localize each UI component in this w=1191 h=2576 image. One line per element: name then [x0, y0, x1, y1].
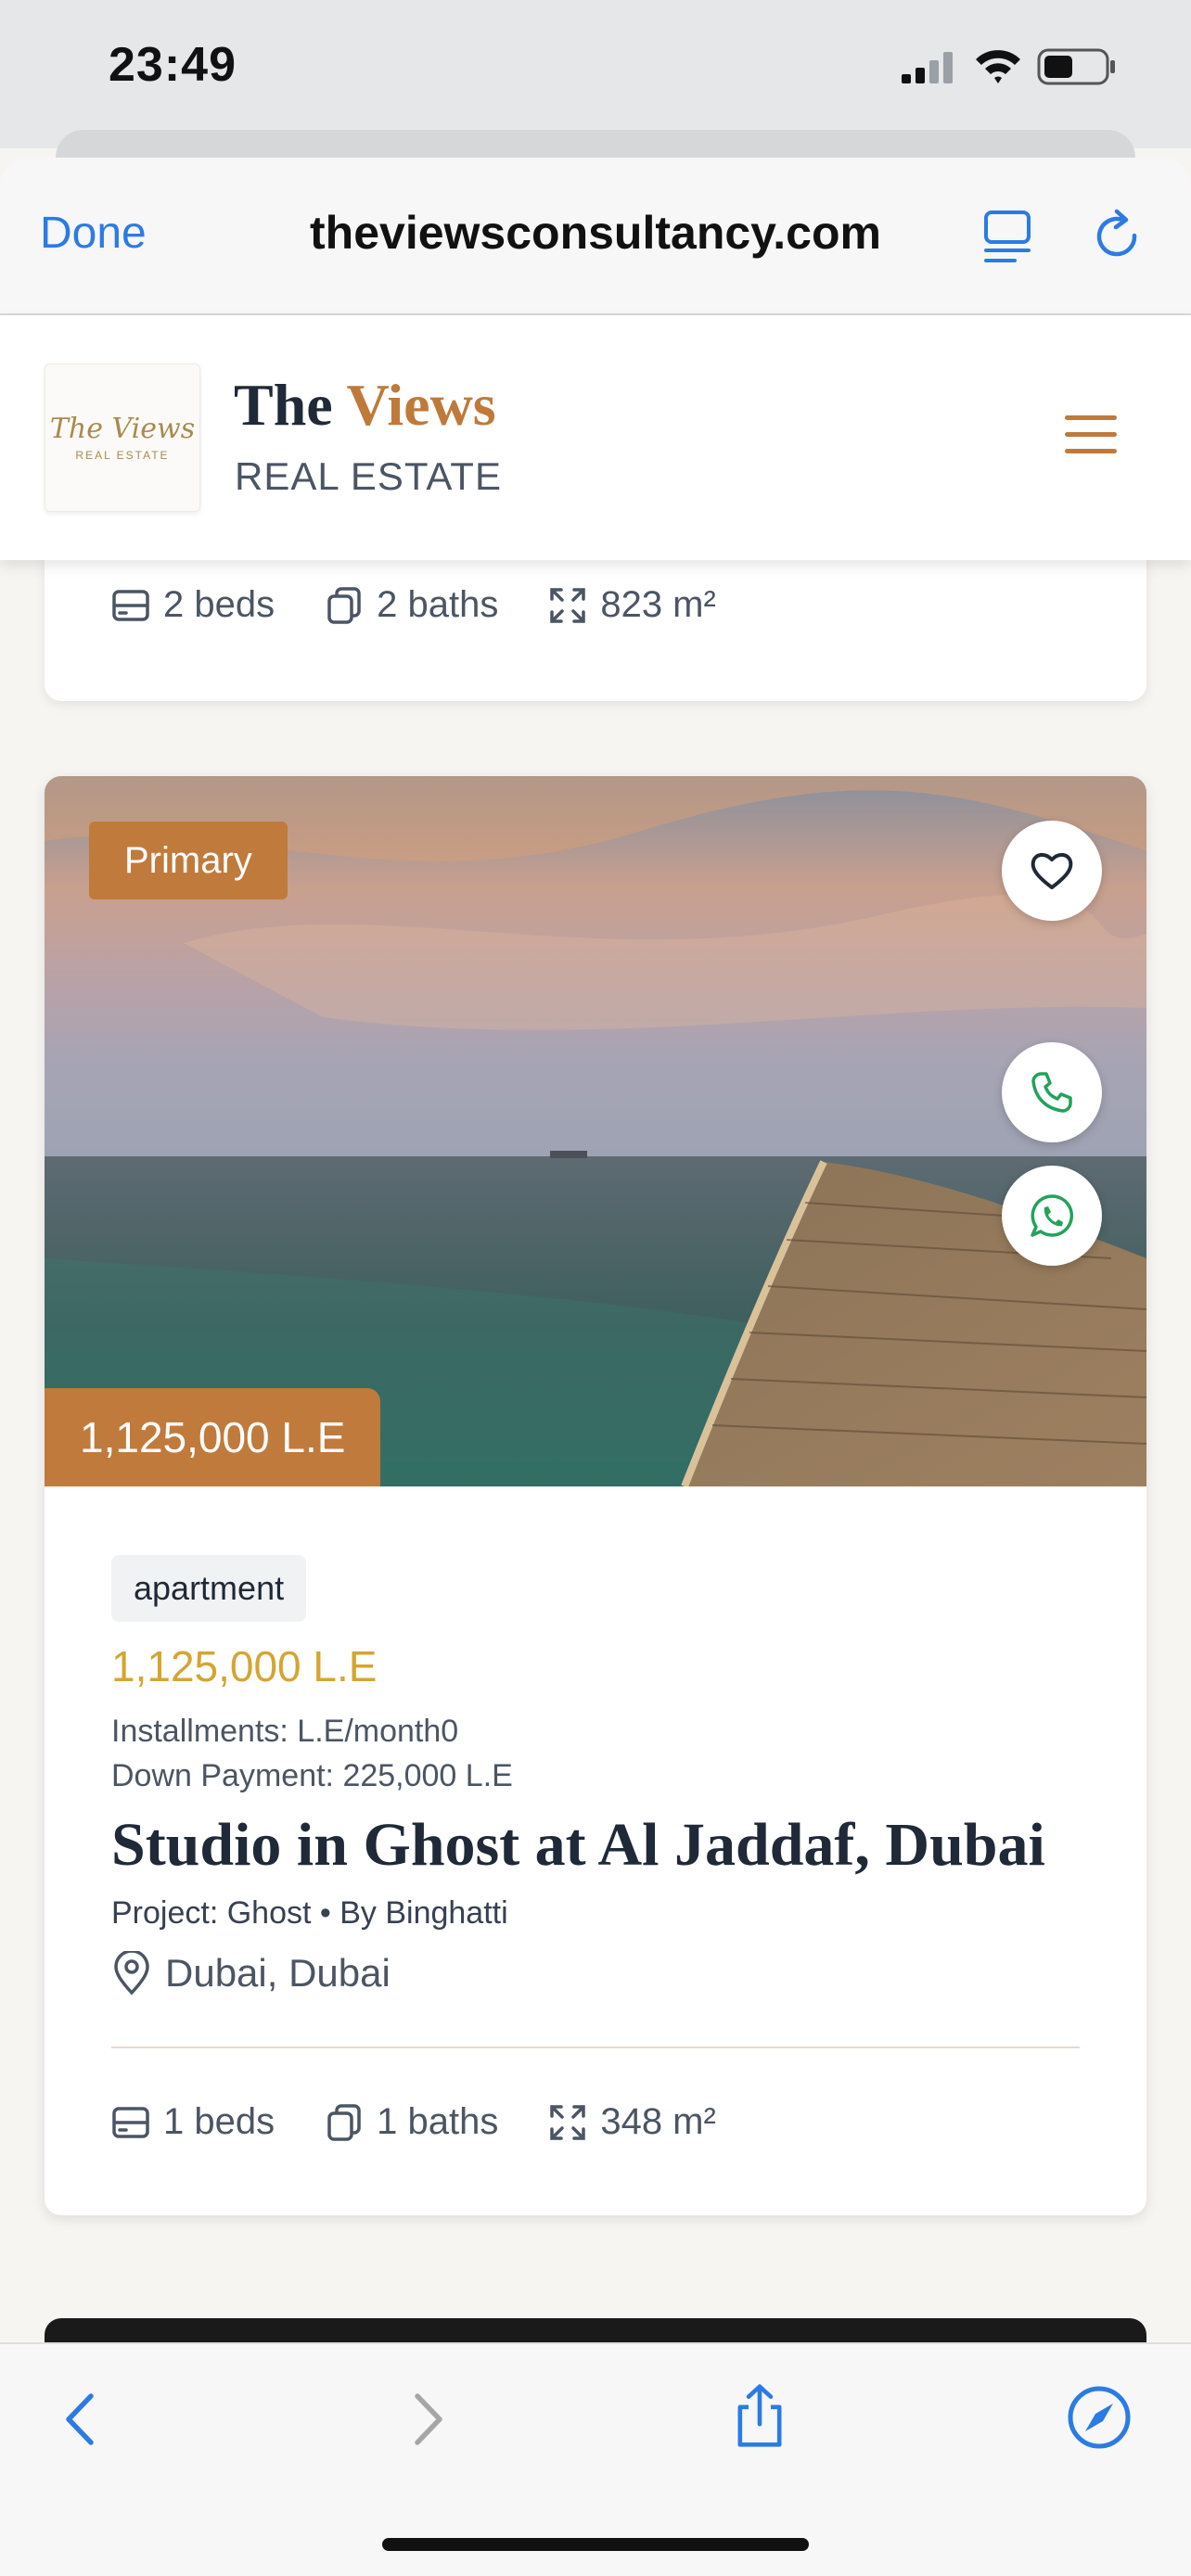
home-indicator	[382, 2538, 809, 2551]
brand-the: The	[234, 372, 347, 438]
forward-icon[interactable]	[393, 2387, 458, 2452]
price-overlay: 1,125,000 L.E	[45, 1388, 381, 1486]
location-row: Dubai, Dubai	[111, 1951, 391, 1996]
brand-name[interactable]: The Views	[234, 371, 496, 440]
bath-icon	[327, 586, 361, 624]
baths-stat: 2 baths	[325, 584, 498, 626]
beds-stat: 2 beds	[111, 584, 275, 626]
area-label: 823 m²	[600, 584, 716, 625]
area-stat: 823 m²	[548, 584, 716, 626]
wifi-icon	[976, 50, 1020, 83]
share-icon[interactable]	[727, 2383, 792, 2448]
logo-script: The Views	[49, 413, 196, 445]
location-pin-icon	[114, 1951, 149, 1996]
listing-stats: 1 beds 1 baths 348 m²	[111, 2101, 766, 2143]
bed-icon	[112, 589, 149, 621]
previous-listing-stats: 2 beds 2 baths 823 m²	[111, 584, 766, 626]
expand-icon	[550, 587, 586, 623]
beds-label: 1 beds	[163, 2101, 275, 2142]
area-label: 348 m²	[600, 2101, 716, 2142]
beds-stat: 1 beds	[111, 2101, 275, 2143]
area-stat: 348 m²	[548, 2101, 716, 2143]
property-type-chip: apartment	[111, 1555, 307, 1622]
beds-label: 2 beds	[163, 584, 275, 625]
logo-subtitle: REAL ESTATE	[75, 449, 170, 462]
listing-price: 1,125,000 L.E	[111, 1642, 378, 1690]
baths-label: 2 baths	[377, 584, 499, 625]
listing-badge: Primary	[89, 822, 288, 899]
status-time: 23:49	[109, 38, 237, 92]
expand-icon	[550, 2104, 586, 2140]
compass-icon[interactable]	[1067, 2385, 1132, 2450]
call-button[interactable]	[1002, 1042, 1102, 1142]
baths-stat: 1 baths	[325, 2101, 498, 2143]
down-payment-text: Down Payment: 225,000 L.E	[111, 1758, 513, 1793]
signal-icon	[902, 52, 953, 83]
battery-icon	[1037, 48, 1115, 85]
menu-icon[interactable]	[1065, 412, 1117, 458]
listing-title[interactable]: Studio in Ghost at Al Jaddaf, Dubai	[111, 1810, 1045, 1881]
card-divider	[111, 2047, 1080, 2048]
reload-icon[interactable]	[1091, 208, 1145, 265]
bath-icon	[327, 2103, 361, 2141]
phone-icon	[1031, 1072, 1072, 1113]
heart-icon	[1031, 853, 1073, 889]
baths-label: 1 baths	[377, 2101, 499, 2142]
location-text: Dubai, Dubai	[165, 1951, 391, 1995]
back-icon[interactable]	[50, 2387, 115, 2452]
brand-views: Views	[346, 372, 496, 438]
site-logo[interactable]: The Views REAL ESTATE	[45, 363, 200, 512]
whatsapp-button[interactable]	[1002, 1166, 1102, 1266]
brand-subtitle: REAL ESTATE	[235, 454, 502, 498]
whatsapp-icon	[1031, 1194, 1074, 1237]
reader-icon[interactable]	[983, 210, 1031, 265]
project-info: Project: Ghost • By Binghatti	[111, 1895, 508, 1931]
bed-icon	[112, 2106, 149, 2138]
favorite-button[interactable]	[1002, 821, 1102, 921]
installments-text: Installments: L.E/month0	[111, 1714, 459, 1749]
